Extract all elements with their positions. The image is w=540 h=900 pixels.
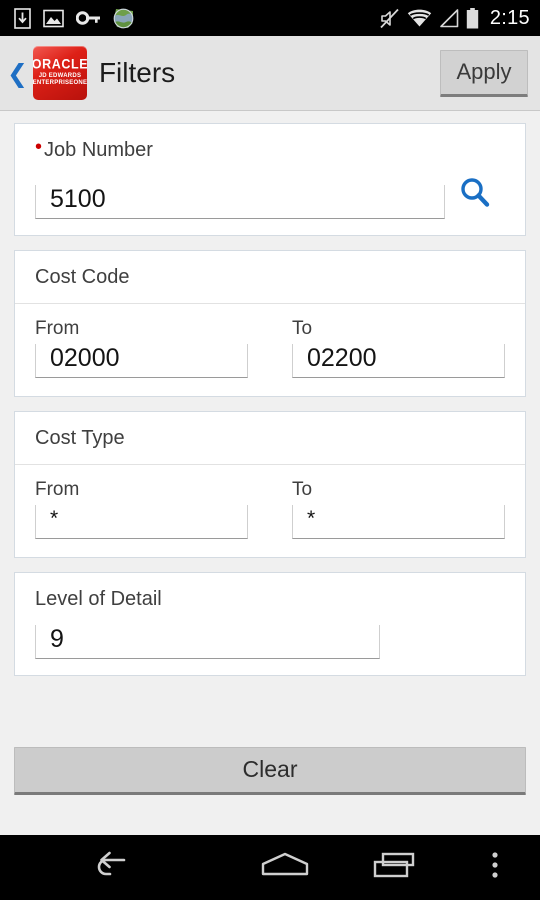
cost-type-from-input[interactable]: * <box>35 505 248 539</box>
bottom-spacer <box>0 795 540 836</box>
oracle-jde-logo: ORACLE JD EDWARDS ENTERPRISEONE <box>32 46 87 100</box>
logo-line3-text: ENTERPRISEONE <box>32 80 87 87</box>
job-number-card: • Job Number 5100 <box>14 123 526 236</box>
cost-code-to-label: To <box>292 318 313 339</box>
cost-type-to-field: To * <box>270 465 505 539</box>
recents-icon <box>369 849 421 886</box>
volume-mute-icon <box>379 8 400 29</box>
cost-type-from-value: * <box>50 506 59 530</box>
level-of-detail-input[interactable]: 9 <box>35 625 380 659</box>
status-bar-clock: 2:15 <box>489 6 530 29</box>
level-of-detail-label: Level of Detail <box>35 588 162 610</box>
download-icon <box>14 7 31 29</box>
cost-code-from-value: 02000 <box>50 343 120 372</box>
battery-icon <box>466 7 479 29</box>
filters-form: • Job Number 5100 Cost Code From 02000 T… <box>0 111 540 731</box>
cost-code-to-input[interactable]: 02200 <box>292 344 505 378</box>
job-number-label-text: Job Number <box>44 139 153 161</box>
back-icon <box>91 849 139 886</box>
cost-type-to-value: * <box>307 506 316 530</box>
cost-type-from-label: From <box>35 479 80 500</box>
apply-button[interactable]: Apply <box>440 49 528 97</box>
browser-globe-icon <box>113 8 134 29</box>
nav-overflow-menu-button[interactable] <box>450 849 540 886</box>
nav-home-button[interactable] <box>230 849 340 886</box>
status-bar-left-icons <box>14 7 379 29</box>
cost-code-from-field: From 02000 <box>35 304 270 378</box>
cost-type-title: Cost Type <box>15 412 525 465</box>
cost-code-from-input[interactable]: 02000 <box>35 344 248 378</box>
cost-code-range-row: From 02000 To 02200 <box>15 304 525 396</box>
nav-recents-button[interactable] <box>340 849 450 886</box>
level-of-detail-card: Level of Detail 9 <box>14 572 526 676</box>
page-title: Filters <box>98 57 176 88</box>
search-icon <box>458 176 492 215</box>
cost-code-title: Cost Code <box>15 251 525 304</box>
phone-screen: 2:15 ❮ ORACLE JD EDWARDS ENTERPRISEONE F… <box>0 0 540 900</box>
level-of-detail-value: 9 <box>50 624 64 653</box>
cost-code-to-field: To 02200 <box>270 304 505 378</box>
back-navigation-icon[interactable]: ❮ <box>4 57 31 90</box>
job-number-value: 5100 <box>50 184 106 213</box>
cell-signal-icon <box>439 8 459 28</box>
cost-type-to-input[interactable]: * <box>292 505 505 539</box>
cost-type-from-field: From * <box>35 465 270 539</box>
job-number-search-button[interactable] <box>445 176 505 219</box>
required-field-marker: • <box>35 136 43 158</box>
job-number-input[interactable]: 5100 <box>35 185 445 219</box>
home-icon <box>257 849 313 886</box>
status-bar: 2:15 <box>0 0 540 36</box>
clear-button[interactable]: Clear <box>14 746 526 795</box>
nav-back-button[interactable] <box>0 849 230 886</box>
app-header: ❮ ORACLE JD EDWARDS ENTERPRISEONE Filter… <box>0 36 540 111</box>
vpn-key-icon <box>76 11 101 25</box>
cost-type-range-row: From * To * <box>15 465 525 557</box>
cost-code-from-label: From <box>35 318 80 339</box>
wifi-icon <box>407 9 432 28</box>
job-number-label: • Job Number <box>15 124 525 176</box>
cost-code-to-value: 02200 <box>307 343 377 372</box>
image-icon <box>43 9 64 28</box>
clear-button-container: Clear <box>0 731 540 795</box>
cost-type-card: Cost Type From * To * <box>14 411 526 558</box>
overflow-menu-icon <box>490 849 500 886</box>
logo-brand-text: ORACLE <box>32 56 87 73</box>
android-navigation-bar <box>0 835 540 900</box>
logo-line2-text: JD EDWARDS <box>38 72 82 79</box>
cost-type-to-label: To <box>292 479 313 500</box>
cost-code-card: Cost Code From 02000 To 02200 <box>14 250 526 397</box>
status-bar-right-icons: 2:15 <box>379 7 530 30</box>
